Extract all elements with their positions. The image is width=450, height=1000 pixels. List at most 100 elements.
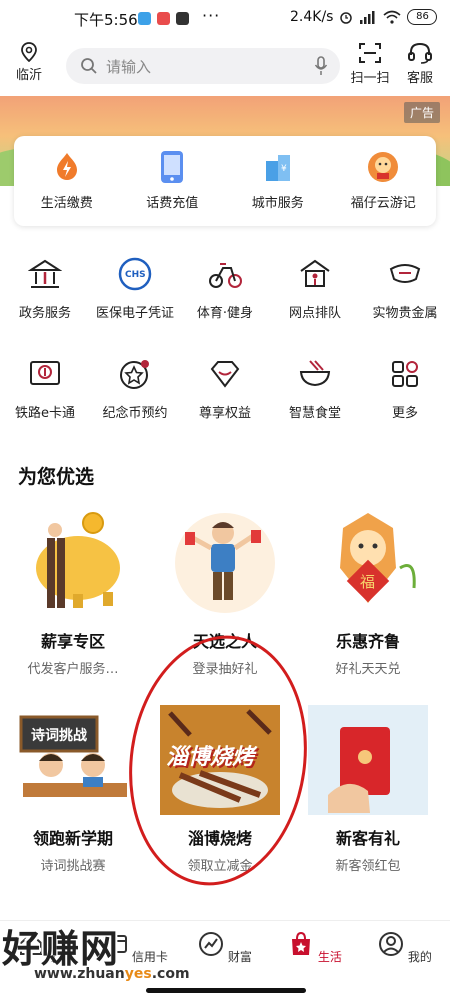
svg-text:福: 福 bbox=[360, 573, 375, 591]
grid-item-label: 更多 bbox=[391, 406, 418, 421]
diamond-icon bbox=[210, 361, 240, 388]
headset-icon bbox=[408, 42, 432, 64]
tab-life[interactable]: 生活 bbox=[275, 921, 355, 987]
promo-card-new-semester[interactable]: 诗词挑战 领跑新学期 诗词挑战赛 bbox=[8, 705, 138, 874]
network-speed: 2.4K/s bbox=[290, 9, 334, 25]
watermark-url: www.zhuanyes.com bbox=[34, 966, 190, 982]
fu-mascot-image: 福 bbox=[308, 508, 428, 618]
piggy-bank-image bbox=[13, 508, 133, 618]
grid-item-label: 医保电子凭证 bbox=[95, 306, 174, 321]
government-icon bbox=[28, 259, 62, 288]
quick-services-card: 生活缴费 话费充值 ¥ 城市服务 福仔云游记 bbox=[14, 136, 436, 226]
service-label: 话费充值 bbox=[146, 196, 199, 211]
tab-label: 信用卡 bbox=[131, 950, 168, 964]
promo-card-new-customer[interactable]: 新客有礼 新客领红包 bbox=[303, 705, 433, 874]
promo-card-qilu[interactable]: 福 乐惠齐鲁 好礼天天兑 bbox=[303, 508, 433, 677]
tab-label: 我的 bbox=[407, 950, 432, 964]
tab-label: 生活 bbox=[317, 950, 342, 964]
promo-title: 乐惠齐鲁 bbox=[335, 632, 400, 651]
top-header: 临沂 请输入 扫一扫 客服 bbox=[0, 36, 450, 96]
section-title: 为您优选 bbox=[18, 466, 95, 488]
bike-icon bbox=[209, 263, 242, 288]
service-utility-payment[interactable]: 生活缴费 bbox=[17, 150, 117, 211]
red-circle-annotation bbox=[113, 623, 323, 898]
service-grid-row: 铁路e卡通 纪念币预约 尊享权益 智慧食堂 更多 bbox=[0, 356, 450, 421]
grid-item-label: 智慧食堂 bbox=[288, 406, 341, 421]
railway-icon bbox=[30, 361, 60, 385]
chart-icon bbox=[199, 932, 224, 956]
ad-tag: 广告 bbox=[403, 102, 440, 123]
grid-item-label: 铁路e卡通 bbox=[15, 406, 75, 421]
watermark-url-mid: yes bbox=[124, 966, 152, 982]
grid-item-canteen[interactable]: 智慧食堂 bbox=[270, 356, 360, 421]
status-time: 下午5:56 bbox=[74, 11, 138, 29]
grid-item-label: 政务服务 bbox=[18, 306, 71, 321]
promo-subtitle: 代发客户服务… bbox=[27, 662, 119, 677]
microphone-icon[interactable] bbox=[314, 56, 328, 76]
app-notification-icon bbox=[138, 12, 151, 25]
more-notifications-icon: ··· bbox=[202, 6, 221, 25]
signal-icon bbox=[360, 11, 375, 24]
scan-icon bbox=[359, 43, 381, 63]
grid-item-sports[interactable]: 体育·健身 bbox=[180, 256, 270, 321]
scan-button[interactable]: 扫一扫 bbox=[348, 42, 392, 86]
grid-item-coin-booking[interactable]: 纪念币预约 bbox=[90, 356, 180, 421]
tab-label: 财富 bbox=[227, 950, 252, 964]
bowl-icon bbox=[299, 360, 331, 387]
gold-icon bbox=[389, 264, 421, 283]
promo-card-salary[interactable]: 薪享专区 代发客户服务… bbox=[8, 508, 138, 677]
service-label: 客服 bbox=[406, 71, 433, 86]
grid-item-more[interactable]: 更多 bbox=[360, 356, 450, 421]
search-input[interactable]: 请输入 bbox=[66, 48, 340, 84]
user-icon bbox=[379, 932, 404, 956]
grid-item-precious-metals[interactable]: 实物贵金属 bbox=[360, 256, 450, 321]
grid-item-railway[interactable]: 铁路e卡通 bbox=[0, 356, 90, 421]
city-icon: ¥ bbox=[265, 155, 290, 181]
shopping-bag-icon bbox=[292, 931, 311, 955]
watermark-url-suffix: .com bbox=[151, 966, 190, 982]
service-city[interactable]: ¥ 城市服务 bbox=[228, 150, 328, 211]
grid-item-medical-insurance[interactable]: CHS 医保电子凭证 bbox=[90, 256, 180, 321]
coin-icon bbox=[120, 360, 149, 389]
service-label: 福仔云游记 bbox=[350, 196, 416, 211]
red-envelope-image bbox=[308, 705, 428, 815]
svg-text:CHS: CHS bbox=[125, 270, 146, 280]
poetry-challenge-image: 诗词挑战 bbox=[13, 705, 133, 815]
service-label: 生活缴费 bbox=[40, 196, 93, 211]
customer-service-button[interactable]: 客服 bbox=[398, 42, 442, 86]
flame-icon bbox=[56, 153, 77, 180]
grid-item-label: 网点排队 bbox=[288, 306, 341, 321]
grid-item-government[interactable]: 政务服务 bbox=[0, 256, 90, 321]
grid-item-privileges[interactable]: 尊享权益 bbox=[180, 356, 270, 421]
tab-wealth[interactable]: 财富 bbox=[185, 921, 265, 987]
status-right: 2.4K/s 86 bbox=[290, 9, 438, 25]
home-indicator[interactable] bbox=[146, 988, 306, 993]
alarm-icon bbox=[340, 12, 353, 24]
scan-label: 扫一扫 bbox=[350, 71, 390, 86]
promo-title: 领跑新学期 bbox=[32, 829, 113, 848]
grid-item-label: 实物贵金属 bbox=[372, 306, 438, 321]
promo-subtitle: 新客领红包 bbox=[335, 859, 401, 874]
promo-title: 薪享专区 bbox=[40, 632, 105, 651]
chs-icon: CHS bbox=[118, 257, 152, 291]
search-icon bbox=[81, 58, 97, 74]
status-bar: 下午5:56 ··· 2.4K/s 86 bbox=[0, 0, 450, 36]
service-phone-topup[interactable]: 话费充值 bbox=[122, 150, 222, 211]
grid-item-label: 纪念币预约 bbox=[102, 406, 168, 421]
mascot-icon bbox=[368, 152, 399, 182]
service-grid-row: 政务服务 CHS 医保电子凭证 体育·健身 网点排队 实物贵金属 bbox=[0, 256, 450, 321]
grid-item-label: 体育·健身 bbox=[196, 306, 254, 321]
location-selector[interactable]: 临沂 bbox=[10, 42, 48, 83]
battery-icon: 86 bbox=[407, 9, 438, 25]
poetry-challenge-text: 诗词挑战 bbox=[31, 728, 87, 744]
lucky-person-image bbox=[165, 508, 285, 618]
tab-mine[interactable]: 我的 bbox=[365, 921, 445, 987]
search-placeholder: 请输入 bbox=[106, 57, 152, 76]
promo-title: 新客有礼 bbox=[335, 829, 400, 848]
location-pin-icon bbox=[21, 42, 37, 62]
phone-icon bbox=[161, 151, 184, 183]
service-mascot-tour[interactable]: 福仔云游记 bbox=[333, 150, 433, 211]
grid-item-queue[interactable]: 网点排队 bbox=[270, 256, 360, 321]
service-label: 城市服务 bbox=[251, 196, 304, 211]
promo-subtitle: 好礼天天兑 bbox=[335, 662, 401, 677]
